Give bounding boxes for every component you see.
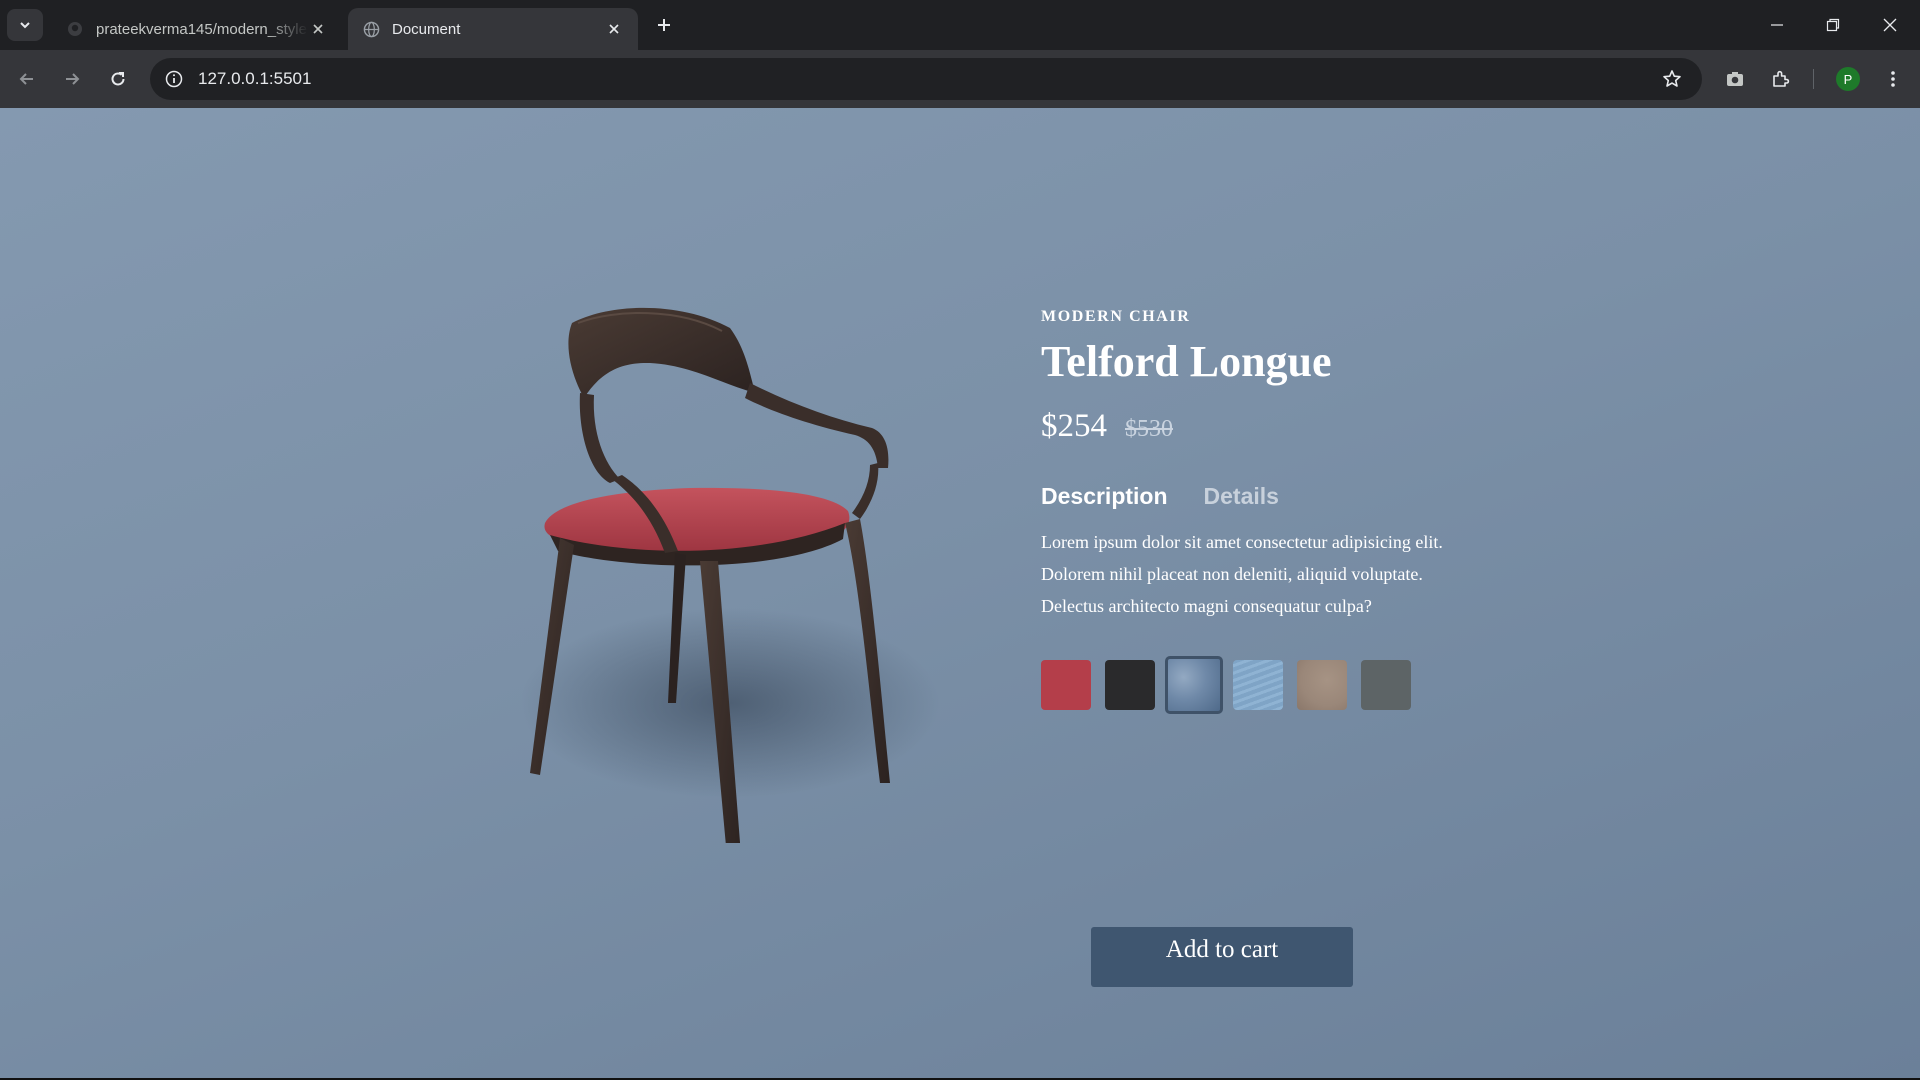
tab-title: Document [392,20,461,38]
chair-image [500,283,980,868]
restore-button[interactable] [1813,8,1853,42]
close-window-button[interactable] [1870,8,1910,42]
swatch-light-blue[interactable] [1233,660,1283,710]
tab-title: prateekverma145/modern_style [96,20,307,38]
browser-tab-strip: prateekverma145/modern_style Document [0,0,1920,50]
forward-button[interactable] [57,64,87,94]
url-text: 127.0.0.1:5501 [198,69,312,88]
swatch-grey[interactable] [1361,660,1411,710]
current-price: $254 [1041,408,1107,444]
tab-description[interactable]: Description [1041,483,1168,510]
reload-button[interactable] [103,64,133,94]
plus-icon [658,19,670,31]
new-tab-button[interactable] [651,12,677,38]
arrow-right-icon [66,73,80,85]
description-line: Delectus architecto magni consequatur cu… [1041,596,1372,616]
close-icon[interactable] [604,19,624,39]
address-bar[interactable]: 127.0.0.1:5501 [150,58,1702,100]
github-icon [66,20,84,38]
chevron-down-icon [20,22,30,29]
bookmark-star-icon[interactable] [1660,67,1684,91]
page-viewport: MODERN CHAIR Telford Longue $254 $530 De… [0,108,1920,1078]
product-info: MODERN CHAIR Telford Longue $254 $530 De… [1041,308,1561,714]
restore-icon [1826,18,1840,32]
site-info-icon[interactable] [162,67,186,91]
product-tabs: Description Details [1041,483,1561,510]
profile-avatar[interactable]: P [1836,67,1860,91]
description-line: Lorem ipsum dolor sit amet consectetur a… [1041,532,1443,552]
menu-kebab-icon[interactable] [1878,64,1908,94]
camera-icon[interactable] [1720,64,1750,94]
price-row: $254 $530 [1041,408,1561,445]
tab-github[interactable]: prateekverma145/modern_style [52,8,342,50]
original-price: $530 [1125,416,1173,442]
tab-document[interactable]: Document [348,8,638,50]
swatch-red[interactable] [1041,660,1091,710]
minimize-button[interactable] [1757,8,1797,42]
fabric-swatches [1041,656,1561,714]
swatch-black[interactable] [1105,660,1155,710]
reload-icon [111,72,125,86]
browser-toolbar: 127.0.0.1:5501 P [0,50,1920,108]
swatch-tan[interactable] [1297,660,1347,710]
swatch-blue-denim[interactable] [1165,656,1223,714]
globe-icon [362,20,380,38]
tab-search-button[interactable] [7,9,43,41]
description-line: Dolorem nihil placeat non deleniti, aliq… [1041,564,1423,584]
tab-details[interactable]: Details [1204,483,1279,510]
close-icon [1883,18,1897,32]
product-description: Lorem ipsum dolor sit amet consectetur a… [1041,526,1481,622]
minimize-icon [1771,24,1783,26]
arrow-left-icon [19,73,33,85]
add-to-cart-button[interactable]: Add to cart [1091,927,1353,987]
product-category: MODERN CHAIR [1041,308,1191,325]
close-icon[interactable] [308,19,328,39]
product-title: Telford Longue [1041,337,1332,386]
extensions-icon[interactable] [1766,64,1796,94]
back-button[interactable] [12,64,42,94]
toolbar-divider [1813,69,1814,89]
